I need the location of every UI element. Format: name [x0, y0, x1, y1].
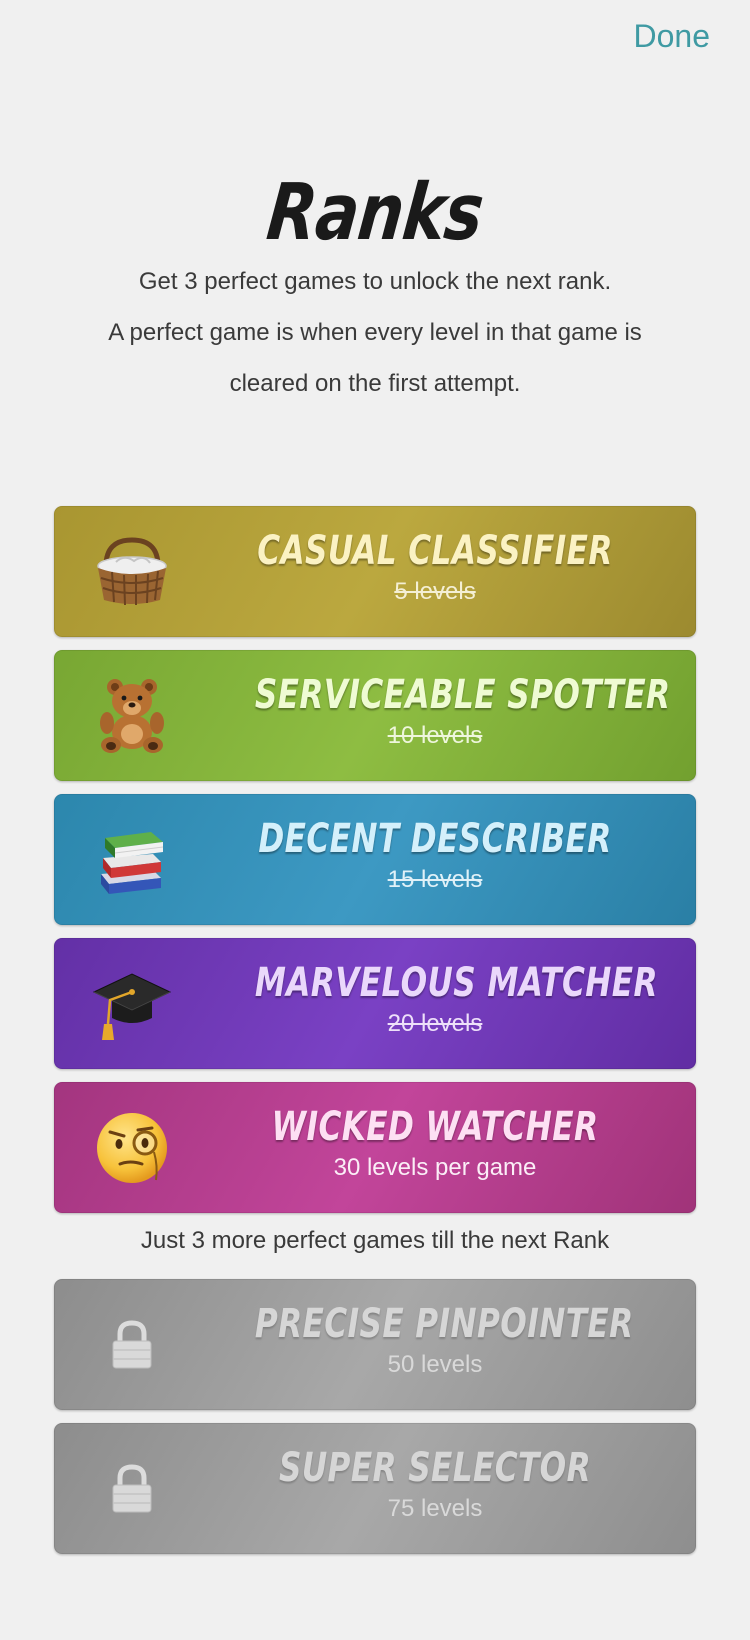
rank-name: Decent Describer	[258, 816, 612, 862]
rank-levels: 10 levels	[387, 722, 483, 749]
rank-list: Casual Classifier 5 levels	[54, 506, 696, 1567]
monocle-face-icon	[90, 1106, 174, 1190]
page-title: Ranks	[263, 168, 487, 258]
done-button[interactable]: Done	[634, 18, 711, 55]
intro-line-1: Get 3 perfect games to unlock the next r…	[138, 268, 612, 295]
basket-icon	[90, 530, 174, 614]
rank-card-precise-pinpointer[interactable]: Precise Pinpointer 50 levels	[54, 1279, 696, 1410]
rank-name: Super Selector	[278, 1445, 592, 1491]
teddy-bear-icon	[90, 674, 174, 758]
lock-icon	[90, 1303, 174, 1387]
rank-levels: 30 levels per game	[333, 1154, 537, 1181]
rank-card-decent-describer[interactable]: Decent Describer 15 levels	[54, 794, 696, 925]
rank-name: Wicked Watcher	[271, 1104, 599, 1150]
rank-levels: 5 levels	[394, 578, 476, 605]
rank-card-marvelous-matcher[interactable]: Marvelous Matcher 20 levels	[54, 938, 696, 1069]
intro-line-2: A perfect game is when every level in th…	[108, 319, 642, 346]
rank-name: Serviceable Spotter	[254, 672, 671, 718]
graduation-cap-icon	[90, 962, 174, 1046]
rank-name: Marvelous Matcher	[254, 960, 658, 1006]
rank-levels: 15 levels	[387, 866, 483, 893]
intro-text: Get 3 perfect games to unlock the next r…	[60, 256, 690, 409]
intro-line-3: cleared on the first attempt.	[229, 370, 521, 397]
rank-name: Casual Classifier	[257, 528, 613, 574]
rank-card-serviceable-spotter[interactable]: Serviceable Spotter 10 levels	[54, 650, 696, 781]
rank-name: Precise Pinpointer	[254, 1301, 634, 1347]
rank-levels: 75 levels	[387, 1495, 483, 1522]
rank-card-super-selector[interactable]: Super Selector 75 levels	[54, 1423, 696, 1554]
rank-levels: 20 levels	[387, 1010, 483, 1037]
lock-icon	[90, 1447, 174, 1531]
rank-card-wicked-watcher[interactable]: Wicked Watcher 30 levels per game	[54, 1082, 696, 1213]
rank-card-casual-classifier[interactable]: Casual Classifier 5 levels	[54, 506, 696, 637]
rank-levels: 50 levels	[387, 1351, 483, 1378]
books-icon	[90, 818, 174, 902]
next-rank-message: Just 3 more perfect games till the next …	[140, 1227, 610, 1254]
